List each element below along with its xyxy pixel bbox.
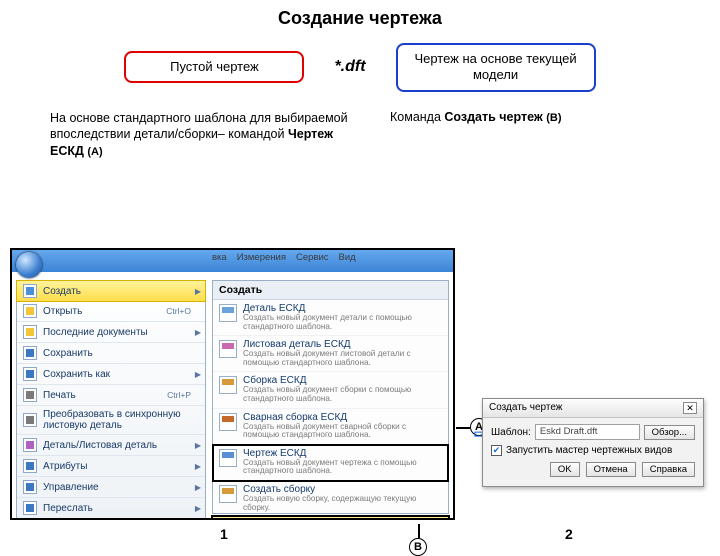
menu-item-label: Атрибуты xyxy=(43,461,87,472)
app-menu-item[interactable]: Печать Ctrl+P xyxy=(17,385,205,406)
menu-item-icon xyxy=(23,480,37,494)
pill-empty-drawing: Пустой чертеж xyxy=(124,51,304,83)
callout-line-a xyxy=(456,427,470,429)
submenu-item-desc: Создать новый документ сварной сборки с … xyxy=(243,423,442,440)
app-menu-item[interactable]: Преобразовать в синхронную листовую дета… xyxy=(17,406,205,435)
chevron-right-icon: ▶ xyxy=(195,441,201,450)
dialog-close-button[interactable]: ✕ xyxy=(683,402,697,414)
menu-item-icon xyxy=(23,325,37,339)
menu-item-label: Переслать xyxy=(43,503,93,514)
menubar-item[interactable]: вка xyxy=(212,252,227,263)
menu-item-icon xyxy=(23,413,37,427)
head-row: Пустой чертеж *.dft Чертеж на основе тек… xyxy=(0,43,720,92)
chevron-right-icon: ▶ xyxy=(195,370,201,379)
file-extension: *.dft xyxy=(334,58,365,76)
chevron-right-icon: ▶ xyxy=(195,504,201,513)
description-left: На основе стандартного шаблона для выбир… xyxy=(50,110,360,161)
menu-item-icon xyxy=(23,459,37,473)
template-field[interactable]: Eskd Draft.dft xyxy=(535,424,640,440)
app-orb-button[interactable] xyxy=(16,252,42,278)
submenu-item-icon xyxy=(219,413,237,431)
pill-model-drawing: Чертеж на основе текущей модели xyxy=(396,43,596,92)
dialog-title: Создать чертеж xyxy=(489,402,563,414)
app-menu-left: Создать ▶ Открыть Ctrl+O Последние документы… xyxy=(16,280,206,519)
menu-item-icon xyxy=(23,367,37,381)
template-label: Шаблон: xyxy=(491,427,531,438)
app-menu-sub: Создать Деталь ЕСКДСоздать новый докумен… xyxy=(212,280,449,514)
menu-item-label: Последние документы xyxy=(43,327,148,338)
app-menu-item[interactable]: Управление ▶ xyxy=(17,477,205,498)
menu-item-label: Создать xyxy=(43,286,81,297)
submenu-item-desc: Создать новый документ детали с помощью … xyxy=(243,314,442,331)
submenu-item-desc: Создать новый документ сборки с помощью … xyxy=(243,386,442,403)
menu-item-icon xyxy=(23,438,37,452)
submenu-item[interactable]: Сборка ЕСКДСоздать новый документ сборки… xyxy=(213,372,448,408)
submenu-item-desc: Создать новую сборку, содержащую текущую… xyxy=(243,495,442,512)
wizard-checkbox-label: Запустить мастер чертежных видов xyxy=(506,445,672,456)
menubar-item[interactable]: Измерения xyxy=(237,252,286,263)
dialog-create-drawing: Создать чертеж ✕ Шаблон: Eskd Draft.dft … xyxy=(482,398,704,487)
submenu-item[interactable]: Листовая деталь ЕСКДСоздать новый докуме… xyxy=(213,336,448,372)
page-title: Создание чертежа xyxy=(0,8,720,29)
callout-b: B xyxy=(409,538,427,556)
menu-item-label: Печать xyxy=(43,390,76,401)
chevron-right-icon: ▶ xyxy=(195,462,201,471)
menu-item-label: Управление xyxy=(43,482,99,493)
app-menu-item[interactable]: Открыть Ctrl+O xyxy=(17,301,205,322)
menu-item-label: Преобразовать в синхронную листовую дета… xyxy=(43,409,199,431)
app-menu-item[interactable]: Сохранить как ▶ xyxy=(17,364,205,385)
submenu-item[interactable]: Чертеж ЕСКДСоздать новый документ чертеж… xyxy=(213,445,448,481)
app-menu-item[interactable]: Деталь/Листовая деталь ▶ xyxy=(17,435,205,456)
menubar-item[interactable]: Сервис xyxy=(296,252,329,263)
submenu-item-desc: Создать новый документ листовой детали с… xyxy=(243,350,442,367)
menu-item-shortcut: Ctrl+P xyxy=(167,390,191,400)
submenu-item-title: Сварная сборка ЕСКД xyxy=(243,412,442,423)
app-menu-item[interactable]: Атрибуты ▶ xyxy=(17,456,205,477)
submenu-item-icon xyxy=(219,449,237,467)
figures-area: вка Измерения Сервис Вид Создать ▶ Открыть Ctr… xyxy=(10,242,710,542)
submenu-head: Создать xyxy=(213,281,448,300)
menu-item-icon xyxy=(23,388,37,402)
description-right: Команда Создать чертеж (B) xyxy=(390,110,670,161)
screenshot-app-menu: вка Измерения Сервис Вид Создать ▶ Открыть Ctr… xyxy=(10,248,455,520)
menubar: вка Измерения Сервис Вид xyxy=(212,252,356,263)
app-menu-item[interactable]: Создать ▶ xyxy=(16,280,206,302)
ok-button[interactable]: OK xyxy=(550,462,580,477)
chevron-right-icon: ▶ xyxy=(195,328,201,337)
submenu-item-icon xyxy=(219,376,237,394)
menu-item-icon xyxy=(23,284,37,298)
menu-item-label: Открыть xyxy=(43,306,82,317)
menu-item-label: Сохранить как xyxy=(43,369,110,380)
help-button[interactable]: Справка xyxy=(642,462,695,477)
wizard-checkbox[interactable]: ✔ xyxy=(491,445,502,456)
chevron-right-icon: ▶ xyxy=(195,287,201,296)
submenu-item[interactable]: Сварная сборка ЕСКДСоздать новый докумен… xyxy=(213,409,448,445)
submenu-item-desc: Создать новый документ чертежа с помощью… xyxy=(243,459,442,476)
menu-item-shortcut: Ctrl+O xyxy=(166,306,191,316)
menubar-item[interactable]: Вид xyxy=(339,252,356,263)
submenu-item[interactable]: Создать сборкуСоздать новую сборку, соде… xyxy=(213,481,448,517)
menu-item-label: Сохранить xyxy=(43,348,93,359)
cancel-button[interactable]: Отмена xyxy=(586,462,636,477)
app-menu-item[interactable]: Последние документы ▶ xyxy=(17,322,205,343)
app-menu-item[interactable]: Сохранить xyxy=(17,343,205,364)
submenu-item-icon xyxy=(219,340,237,358)
description-row: На основе стандартного шаблона для выбир… xyxy=(50,110,670,161)
chevron-right-icon: ▶ xyxy=(195,483,201,492)
browse-button[interactable]: Обзор... xyxy=(644,425,695,440)
callout-line-b xyxy=(418,524,420,538)
submenu-item-icon xyxy=(219,304,237,322)
submenu-item[interactable]: Создать чертежСоздать новый чертеж текущ… xyxy=(212,516,449,520)
submenu-item-icon xyxy=(219,485,237,503)
menu-item-label: Деталь/Листовая деталь xyxy=(43,440,157,451)
menu-item-icon xyxy=(23,346,37,360)
menu-item-icon xyxy=(23,304,37,318)
menu-item-icon xyxy=(23,501,37,515)
app-menu-item[interactable]: Переслать ▶ xyxy=(17,498,205,518)
submenu-item[interactable]: Деталь ЕСКДСоздать новый документ детали… xyxy=(213,300,448,336)
